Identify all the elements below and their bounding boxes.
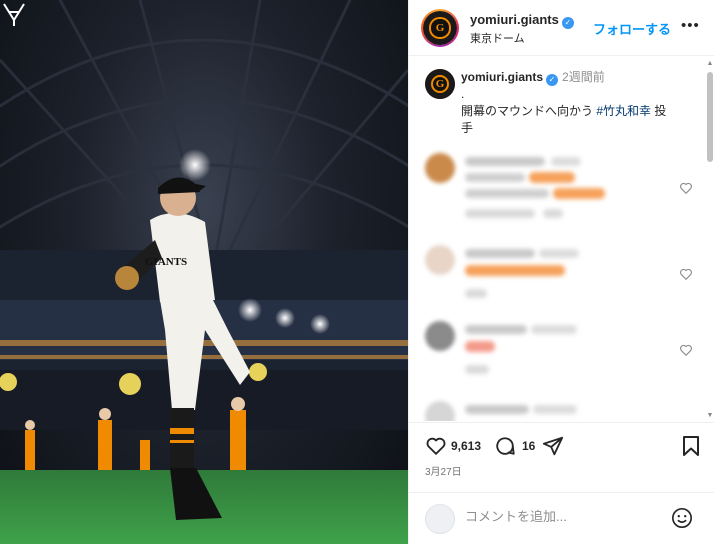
like-comment-icon[interactable] (679, 267, 693, 281)
comment-avatar (425, 401, 455, 421)
comment-avatar (425, 153, 455, 183)
baseball-player-photo: GIANTS (0, 0, 408, 544)
verified-badge-icon: ✓ (561, 17, 574, 29)
comments-scrollbar[interactable]: ▲ ▼ (706, 60, 714, 420)
emoji-icon[interactable] (671, 507, 693, 529)
current-user-avatar (425, 504, 455, 534)
caption-line2-prefix: 開幕のマウンドへ向かう (461, 104, 597, 118)
post-sidebar: G yomiuri.giants ✓ 東京ドーム フォローする ••• G yom… (408, 0, 714, 544)
like-icon[interactable] (425, 435, 447, 457)
comment-icon[interactable] (494, 435, 516, 457)
instagram-post: GIANTS G yomiuri.giants ✓ 東京ドーム フォローする ••… (0, 0, 714, 544)
verified-badge-icon: ✓ (546, 74, 559, 86)
comment-input[interactable] (465, 509, 665, 524)
caption-line1: . (461, 87, 465, 101)
post-photo[interactable]: GIANTS (0, 0, 408, 544)
caption: yomiuri.giants ✓ 2週間前 . 開幕のマウンドへ向かう #竹丸和幸 … (461, 69, 691, 137)
comment-avatar (425, 321, 455, 351)
hashtag-link[interactable]: #竹丸和幸 (596, 104, 651, 118)
post-actions: 9,613 16 3月27日 (409, 422, 714, 492)
giants-logo-watermark-icon (3, 3, 25, 26)
location-link[interactable]: 東京ドーム (470, 30, 525, 46)
caption-age: 2週間前 (562, 70, 605, 84)
like-comment-icon[interactable] (679, 343, 693, 357)
account-username[interactable]: yomiuri.giants ✓ (470, 12, 574, 29)
giants-logo-icon: G (430, 74, 450, 94)
post-header: G yomiuri.giants ✓ 東京ドーム フォローする ••• (409, 0, 714, 56)
like-comment-icon[interactable] (679, 181, 693, 195)
scroll-up-icon[interactable]: ▲ (706, 60, 714, 68)
add-comment-bar (409, 492, 714, 544)
follow-button[interactable]: フォローする (593, 19, 671, 38)
post-date[interactable]: 3月27日 (425, 463, 462, 478)
scroll-down-icon[interactable]: ▼ (706, 412, 714, 420)
share-icon[interactable] (542, 435, 564, 457)
scrollbar-thumb[interactable] (707, 72, 713, 162)
save-icon[interactable] (681, 435, 701, 457)
comment-avatar (425, 245, 455, 275)
comment-count[interactable]: 16 (522, 439, 535, 453)
account-avatar[interactable]: G (421, 9, 459, 47)
svg-text:GIANTS: GIANTS (145, 256, 187, 268)
like-count[interactable]: 9,613 (451, 439, 481, 453)
caption-avatar[interactable]: G (425, 69, 455, 99)
caption-line2-suffix: 投 (651, 104, 667, 118)
giants-logo-icon: G (429, 17, 451, 39)
more-options-icon[interactable]: ••• (681, 17, 700, 34)
caption-username[interactable]: yomiuri.giants (461, 70, 543, 84)
comments-list[interactable]: G yomiuri.giants ✓ 2週間前 . 開幕のマウンドへ向かう #竹丸和… (409, 57, 714, 421)
caption-line3: 手 (461, 121, 474, 135)
